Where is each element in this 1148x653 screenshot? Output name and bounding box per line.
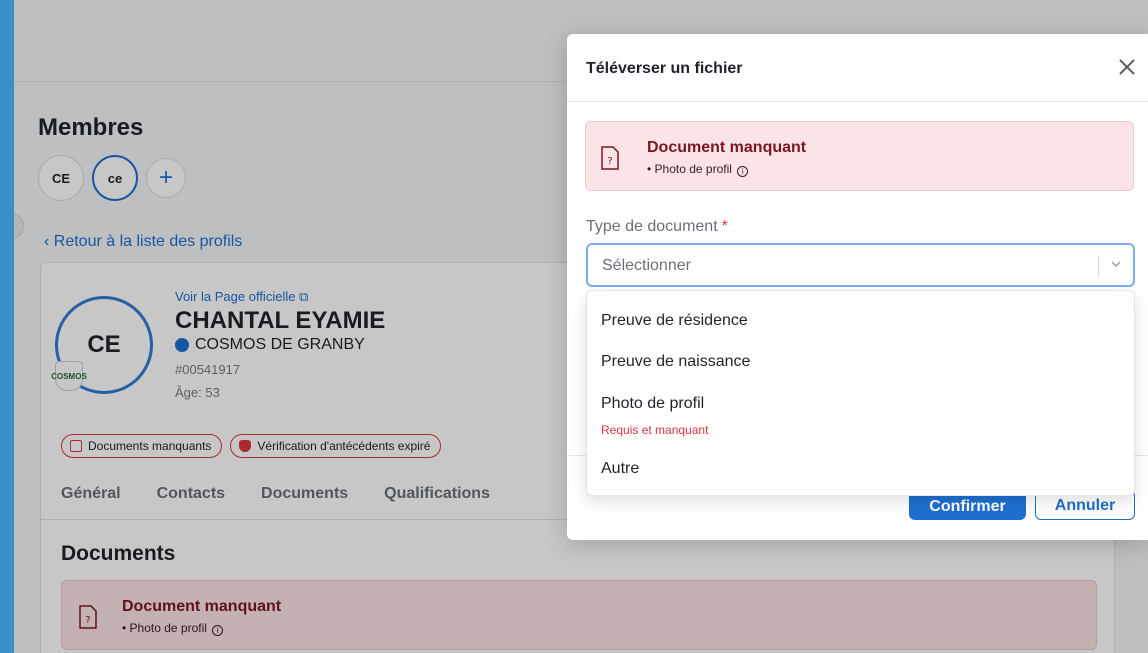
option-required-note: Requis et manquant (601, 423, 709, 437)
select-separator (1098, 255, 1099, 277)
svg-text:?: ? (607, 156, 612, 167)
document-type-select[interactable]: Sélectionner (586, 243, 1135, 287)
option-other[interactable]: Autre (601, 460, 639, 478)
modal-title: Téléverser un fichier (586, 60, 743, 77)
option-proof-of-birth[interactable]: Preuve de naissance (601, 353, 750, 371)
missing-document-icon: ? (601, 146, 619, 170)
alert-item: • Photo de profil i (647, 162, 749, 177)
select-placeholder: Sélectionner (602, 257, 691, 274)
modal-missing-document-alert: ? Document manquant • Photo de profil i (585, 121, 1134, 191)
option-profile-photo[interactable]: Photo de profil (601, 395, 704, 413)
document-type-menu: Preuve de résidence Preuve de naissance … (586, 290, 1135, 496)
close-icon[interactable] (1116, 56, 1138, 78)
option-proof-of-residence[interactable]: Preuve de résidence (601, 312, 748, 330)
chevron-down-icon[interactable] (1110, 257, 1122, 271)
alert-title: Document manquant (647, 139, 807, 156)
upload-file-modal: Téléverser un fichier ? Document manquan… (567, 34, 1148, 540)
required-mark: * (721, 218, 728, 235)
modal-header: Téléverser un fichier (567, 34, 1148, 102)
info-icon[interactable]: i (737, 166, 749, 177)
document-type-label: Type de document * (586, 218, 728, 235)
